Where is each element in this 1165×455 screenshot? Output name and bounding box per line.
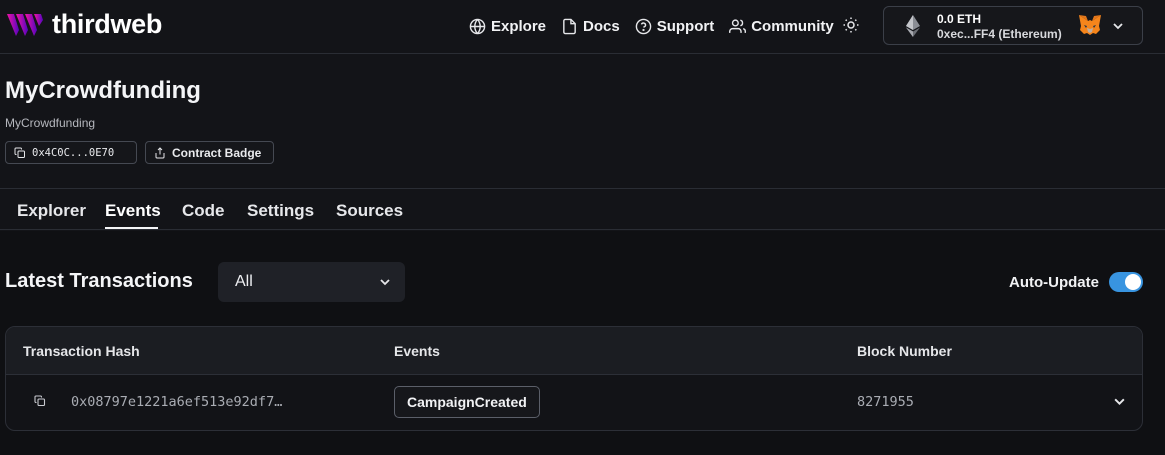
event-badge: CampaignCreated [394, 386, 540, 418]
metamask-fox-icon [1079, 15, 1101, 35]
nav-support-label: Support [656, 17, 715, 35]
toggle-knob [1125, 274, 1141, 290]
wallet-balance: 0.0 ETH [937, 12, 982, 26]
brand-logo[interactable]: thirdweb [6, 9, 162, 40]
tab-code[interactable]: Code [182, 201, 225, 221]
contract-tabs: Explorer Events Code Settings Sources [0, 188, 1165, 230]
wallet-button[interactable]: 0.0 ETH 0xec...FF4 (Ethereum) [883, 6, 1143, 45]
thirdweb-logo-icon [7, 13, 43, 36]
main-nav: Explore Docs Support Community [469, 15, 849, 37]
ethereum-icon [906, 15, 920, 37]
section-title: Latest Transactions [5, 270, 193, 292]
table-row[interactable]: 0x08797e1221a6ef513e92df7… CampaignCreat… [6, 375, 1142, 430]
contract-badge-button[interactable]: Contract Badge [145, 141, 274, 164]
transactions-table: Transaction Hash Events Block Number 0x0… [5, 326, 1143, 431]
chevron-down-icon [1113, 23, 1123, 30]
contract-badge-label: Contract Badge [172, 145, 262, 160]
tab-settings[interactable]: Settings [247, 201, 314, 221]
copy-icon [14, 147, 25, 158]
users-icon [729, 18, 747, 33]
nav-explore[interactable]: Explore [469, 18, 546, 35]
table-header: Transaction Hash Events Block Number [6, 327, 1142, 375]
event-filter-select[interactable]: All [218, 262, 405, 302]
event-filter-value: All [235, 273, 253, 290]
nav-support[interactable]: Support [635, 17, 715, 35]
nav-docs[interactable]: Docs [561, 18, 620, 35]
contract-address: 0x4C0C...0E70 [32, 146, 115, 159]
tab-sources[interactable]: Sources [336, 201, 403, 221]
chevron-down-icon [380, 279, 390, 286]
transaction-hash: 0x08797e1221a6ef513e92df7… [71, 394, 283, 410]
auto-update-label: Auto-Update [1009, 274, 1099, 291]
auto-update-toggle[interactable] [1109, 272, 1143, 292]
active-tab-indicator [105, 227, 158, 229]
block-number: 8271955 [857, 394, 914, 410]
chevron-down-icon[interactable] [1113, 395, 1126, 408]
nav-explore-label: Explore [491, 17, 547, 35]
brand-name: thirdweb [52, 9, 163, 39]
copy-icon[interactable] [34, 395, 46, 407]
column-header-hash: Transaction Hash [23, 343, 140, 359]
nav-docs-label: Docs [583, 17, 620, 35]
help-circle-icon [635, 18, 652, 34]
column-header-events: Events [394, 343, 440, 359]
nav-community[interactable]: Community [729, 18, 834, 35]
tab-explorer[interactable]: Explorer [17, 201, 86, 221]
share-icon [155, 146, 165, 158]
copy-address-button[interactable]: 0x4C0C...0E70 [5, 141, 137, 164]
document-icon [563, 18, 576, 34]
column-header-block: Block Number [857, 343, 952, 359]
globe-icon [469, 18, 486, 34]
top-navbar: thirdweb Explore Docs Support Community … [0, 0, 1165, 54]
sun-icon[interactable] [842, 16, 860, 34]
page-subtitle: MyCrowdfunding [5, 116, 96, 130]
nav-community-label: Community [751, 17, 834, 35]
wallet-address: 0xec...FF4 (Ethereum) [937, 27, 1062, 41]
tab-events[interactable]: Events [105, 201, 161, 221]
page-title: MyCrowdfunding [5, 77, 201, 104]
